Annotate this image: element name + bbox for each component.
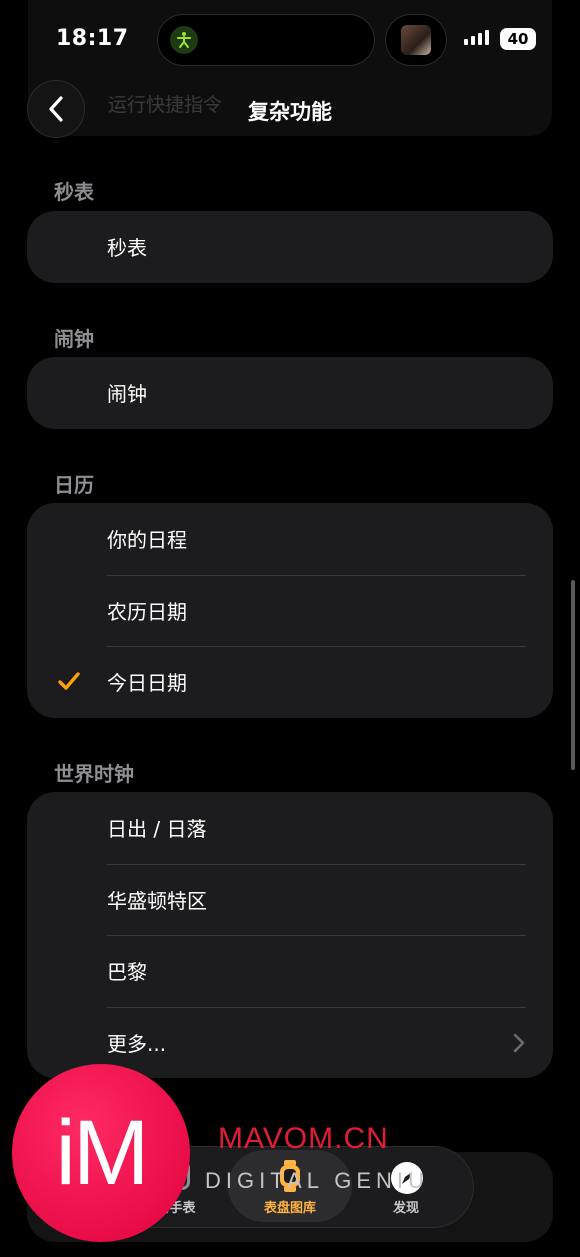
list-item-label: 日出 / 日落 bbox=[107, 817, 207, 842]
list-item[interactable]: 秒表 bbox=[27, 211, 553, 283]
section-label-stopwatch: 秒表 bbox=[54, 180, 94, 204]
section-label-calendar: 日历 bbox=[54, 473, 94, 497]
watermark-overlay-text: DIGITAL GENIU bbox=[205, 1168, 429, 1193]
list-item-label: 闹钟 bbox=[107, 382, 147, 407]
list-item[interactable]: 农历日期 bbox=[27, 574, 553, 647]
list-item-label: 华盛顿特区 bbox=[107, 888, 207, 913]
status-time: 18:17 bbox=[56, 26, 129, 51]
tab-discover[interactable]: 发现 bbox=[366, 1197, 446, 1216]
watermark-logo: iM bbox=[12, 1064, 190, 1242]
calendar-card: 你的日程 农历日期 今日日期 bbox=[27, 503, 553, 718]
list-item-label: 巴黎 bbox=[107, 960, 147, 985]
tab-face-gallery[interactable]: 表盘图库 bbox=[240, 1197, 340, 1216]
checkmark-icon bbox=[58, 672, 80, 690]
section-label-alarm: 闹钟 bbox=[54, 327, 94, 351]
list-item-label: 你的日程 bbox=[107, 528, 187, 553]
alarm-card: 闹钟 bbox=[27, 357, 553, 429]
list-item-label: 农历日期 bbox=[107, 599, 187, 624]
list-item-selected[interactable]: 今日日期 bbox=[27, 646, 553, 718]
list-item[interactable]: 闹钟 bbox=[27, 357, 553, 429]
album-art bbox=[401, 25, 431, 55]
now-playing-thumbnail[interactable] bbox=[385, 14, 447, 66]
watermark-site: MAVOM.CN bbox=[218, 1122, 389, 1155]
list-item[interactable]: 你的日程 bbox=[27, 503, 553, 575]
list-item[interactable]: 巴黎 bbox=[27, 935, 553, 1007]
stopwatch-card: 秒表 bbox=[27, 211, 553, 283]
list-item-label: 更多... bbox=[107, 1031, 167, 1056]
world-clock-card: 日出 / 日落 华盛顿特区 巴黎 更多... bbox=[27, 792, 553, 1078]
fitness-icon bbox=[170, 26, 198, 54]
page-title: 复杂功能 bbox=[248, 100, 332, 124]
chevron-right-icon bbox=[513, 1033, 525, 1052]
scroll-indicator[interactable] bbox=[571, 580, 575, 770]
section-label-world-clock: 世界时钟 bbox=[54, 762, 134, 786]
list-item[interactable]: 日出 / 日落 bbox=[27, 792, 553, 864]
battery-indicator: 40 bbox=[500, 28, 536, 50]
list-item-label: 秒表 bbox=[107, 236, 147, 261]
list-item[interactable]: 华盛顿特区 bbox=[27, 863, 553, 936]
dynamic-island[interactable] bbox=[157, 14, 375, 66]
cellular-signal-icon bbox=[464, 30, 489, 45]
list-item-label: 今日日期 bbox=[107, 671, 187, 696]
